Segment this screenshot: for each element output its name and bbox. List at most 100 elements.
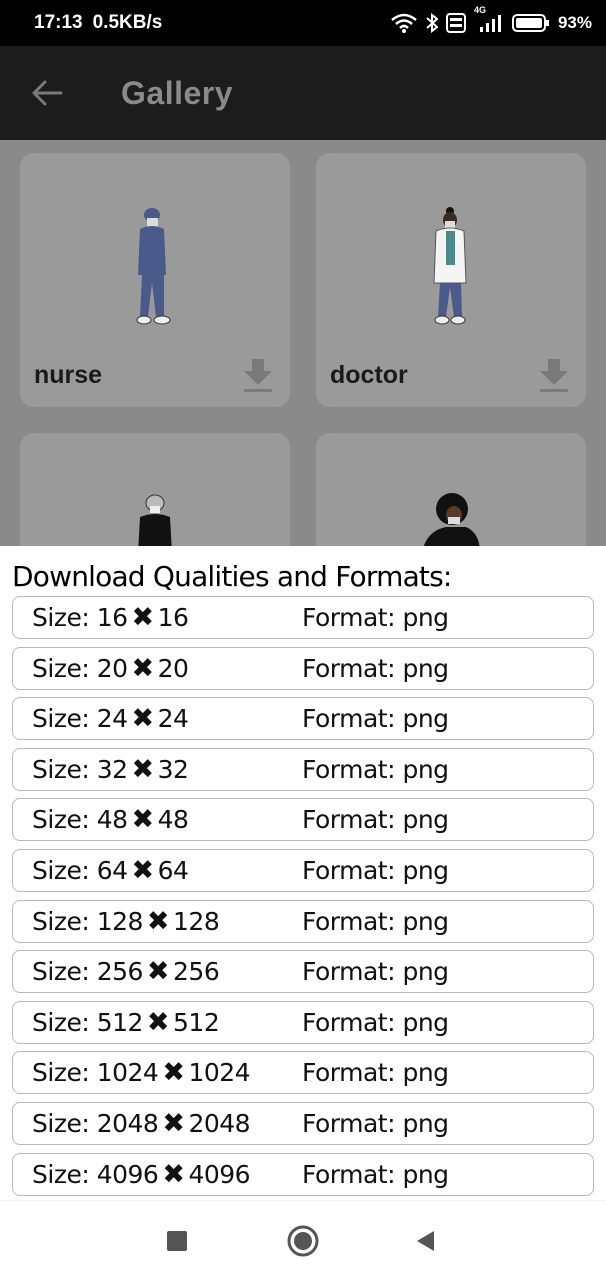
option-format: Format: png xyxy=(302,957,449,987)
download-option-row[interactable]: Size: 2048 ✖ 2048 Format: png xyxy=(12,1101,594,1145)
option-size-height: 512 xyxy=(173,1007,220,1037)
network-type: 4G xyxy=(473,5,486,15)
option-size-width: Size: 48 xyxy=(32,805,128,835)
option-size: Size: 64 ✖ 64 xyxy=(32,855,302,886)
option-size-width: Size: 16 xyxy=(32,603,128,632)
download-options-sheet: Download Qualities and Formats: Size: 16… xyxy=(0,546,606,1200)
download-option-row[interactable]: Size: 32 ✖ 32 Format: png xyxy=(12,747,594,791)
option-format: Format: png xyxy=(302,805,449,835)
download-option-row[interactable]: Size: 128 ✖ 128 Format: png xyxy=(12,899,594,943)
option-size: Size: 256 ✖ 256 xyxy=(32,956,302,987)
download-option-row[interactable]: Size: 512 ✖ 512 Format: png xyxy=(12,1000,594,1044)
battery-icon xyxy=(511,13,550,33)
option-size: Size: 16 ✖ 16 xyxy=(32,602,302,633)
option-size-height: 256 xyxy=(173,957,220,987)
option-size: Size: 1024 ✖ 1024 xyxy=(32,1057,302,1088)
option-size: Size: 512 ✖ 512 xyxy=(32,1007,302,1038)
multiply-icon: ✖ xyxy=(146,1006,170,1038)
status-time: 17:13 xyxy=(34,12,83,33)
multiply-icon: ✖ xyxy=(131,854,155,886)
signal-icon: 4G xyxy=(474,5,504,33)
option-size-width: Size: 512 xyxy=(32,1007,143,1037)
card-label: nurse xyxy=(34,361,103,389)
multiply-icon: ✖ xyxy=(162,1158,185,1190)
multiply-icon: ✖ xyxy=(146,905,170,937)
download-icon[interactable] xyxy=(538,357,570,393)
download-option-row[interactable]: Size: 16 ✖ 16 Format: png xyxy=(12,596,594,639)
gallery-card[interactable] xyxy=(316,433,586,546)
option-size-width: Size: 4096 xyxy=(32,1159,159,1189)
download-option-row[interactable]: Size: 48 ✖ 48 Format: png xyxy=(12,798,594,842)
status-speed: 0.5KB/s xyxy=(92,12,163,33)
option-size-height: 48 xyxy=(157,805,189,835)
option-size-height: 24 xyxy=(157,704,189,734)
bluetooth-icon xyxy=(426,13,438,33)
gallery-grid: nurse doctor xyxy=(0,140,606,546)
option-size-height: 64 xyxy=(157,855,189,885)
app-bar: Gallery xyxy=(0,46,606,140)
battery-percent: 93% xyxy=(557,13,592,32)
option-size-width: Size: 128 xyxy=(32,906,143,936)
page-title: Gallery xyxy=(121,74,234,111)
multiply-icon: ✖ xyxy=(131,602,155,633)
gallery-card[interactable]: doctor xyxy=(316,153,586,407)
option-format: Format: png xyxy=(302,754,449,784)
option-format: Format: png xyxy=(302,653,449,683)
download-option-row[interactable]: Size: 256 ✖ 256 Format: png xyxy=(12,950,594,994)
download-option-row[interactable]: Size: 1024 ✖ 1024 Format: png xyxy=(12,1051,594,1095)
download-option-row[interactable]: Size: 64 ✖ 64 Format: png xyxy=(12,848,594,892)
download-option-row[interactable]: Size: 24 ✖ 24 Format: png xyxy=(12,697,594,741)
multiply-icon: ✖ xyxy=(131,804,155,836)
download-icon[interactable] xyxy=(242,357,274,393)
multiply-icon: ✖ xyxy=(146,956,170,988)
option-size: Size: 32 ✖ 32 xyxy=(32,754,302,785)
option-size-height: 1024 xyxy=(188,1058,251,1088)
option-size-width: Size: 256 xyxy=(32,957,143,987)
download-option-row[interactable]: Size: 20 ✖ 20 Format: png xyxy=(12,646,594,690)
option-format: Format: png xyxy=(302,855,449,885)
wifi-icon xyxy=(390,13,418,33)
multiply-icon: ✖ xyxy=(131,652,155,684)
option-size-height: 4096 xyxy=(188,1159,251,1189)
option-size: Size: 128 ✖ 128 xyxy=(32,906,302,937)
sheet-title: Download Qualities and Formats: xyxy=(12,560,452,593)
option-size: Size: 20 ✖ 20 xyxy=(32,653,302,684)
option-size-height: 20 xyxy=(157,653,189,683)
option-size-height: 2048 xyxy=(188,1108,251,1138)
option-size: Size: 48 ✖ 48 xyxy=(32,804,302,835)
recents-square-icon[interactable] xyxy=(159,1223,195,1259)
option-size: Size: 4096 ✖ 4096 xyxy=(32,1159,302,1190)
option-size-width: Size: 32 xyxy=(32,754,128,784)
home-circle-icon[interactable] xyxy=(285,1223,321,1259)
option-format: Format: png xyxy=(302,704,449,734)
system-nav-bar xyxy=(0,1200,606,1280)
arrow-left-icon[interactable] xyxy=(17,63,77,123)
option-size-height: 32 xyxy=(157,754,189,784)
options-list: Size: 16 ✖ 16 Format: png Size: 20 ✖ 20 Format:… xyxy=(12,596,594,1203)
elder-illustration xyxy=(138,494,172,546)
option-size-width: Size: 20 xyxy=(32,653,128,683)
download-option-row[interactable]: Size: 4096 ✖ 4096 Format: png xyxy=(12,1152,594,1196)
option-format: Format: png xyxy=(302,1058,449,1088)
doctor-illustration xyxy=(433,207,467,325)
gallery-card[interactable]: nurse xyxy=(20,153,290,407)
option-format: Format: png xyxy=(302,1159,449,1189)
option-size-width: Size: 1024 xyxy=(32,1058,159,1088)
option-format: Format: png xyxy=(302,906,449,936)
option-format: Format: png xyxy=(302,603,449,632)
multiply-icon: ✖ xyxy=(162,1057,185,1089)
person-illustration xyxy=(423,493,480,546)
volte-icon xyxy=(445,13,466,33)
option-format: Format: png xyxy=(302,1007,449,1037)
nurse-illustration xyxy=(136,208,171,325)
multiply-icon: ✖ xyxy=(131,703,155,735)
card-label: doctor xyxy=(330,361,408,389)
option-size: Size: 24 ✖ 24 xyxy=(32,703,302,734)
back-triangle-icon[interactable] xyxy=(408,1223,444,1259)
option-size-height: 16 xyxy=(157,603,189,632)
multiply-icon: ✖ xyxy=(131,753,155,785)
gallery-card[interactable] xyxy=(20,433,290,546)
option-size: Size: 2048 ✖ 2048 xyxy=(32,1108,302,1139)
option-size-height: 128 xyxy=(173,906,220,936)
option-format: Format: png xyxy=(302,1108,449,1138)
